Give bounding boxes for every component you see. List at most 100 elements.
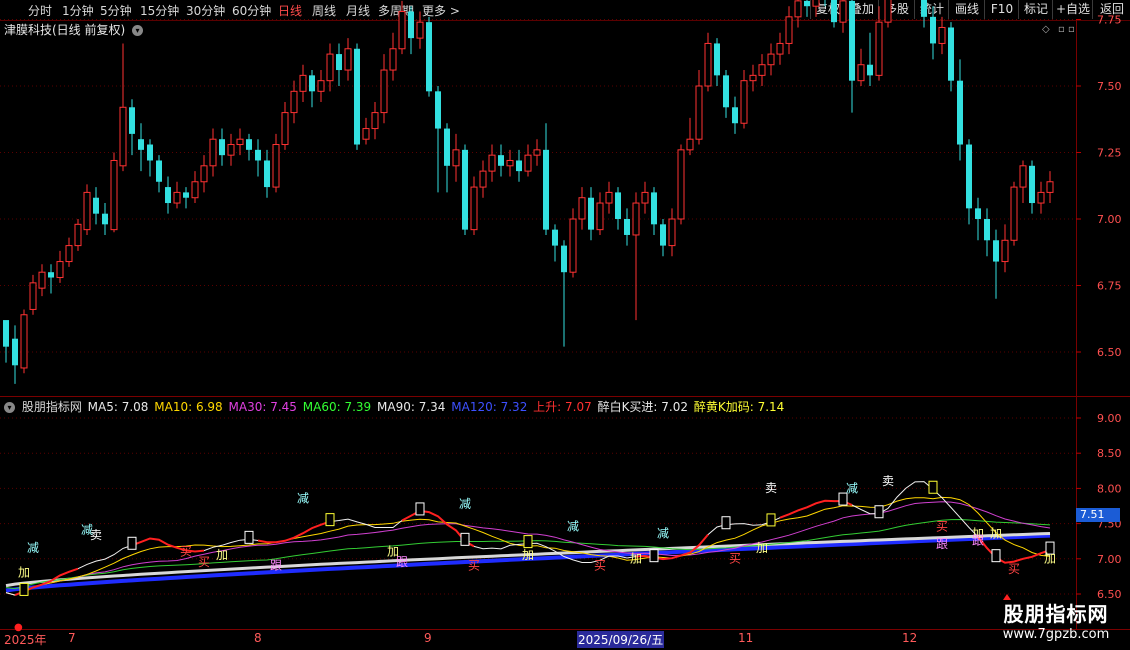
k-marker-box xyxy=(721,516,731,530)
k-marker-box xyxy=(649,549,659,563)
indicator-legend: ▾ 股朋指标网 MA5: 7.08 MA10: 6.98 MA30: 7.45 … xyxy=(4,398,786,415)
candle-body xyxy=(984,219,990,241)
candle-body xyxy=(651,192,657,225)
main-price-label: 7.75 xyxy=(1097,14,1122,27)
signal-label: 买 xyxy=(198,555,210,569)
main-price-label: 7.00 xyxy=(1097,213,1122,226)
date-cursor-label: 2025/09/26/五 xyxy=(577,631,665,648)
signal-label: 减 xyxy=(297,491,309,505)
date-tick-dec: 12 xyxy=(902,631,918,645)
signal-label: 加 xyxy=(630,551,642,565)
legend-rise: 上升: 7.07 xyxy=(533,400,592,414)
candle-body xyxy=(966,144,972,209)
signal-label: 加 xyxy=(522,548,534,562)
candle-body xyxy=(533,149,541,156)
candle-body xyxy=(12,338,18,366)
candle-body xyxy=(326,53,334,82)
candle-body xyxy=(588,197,594,230)
ind-price-label: 7.00 xyxy=(1097,553,1122,566)
candle-body xyxy=(371,112,379,130)
candle-body xyxy=(156,160,162,182)
candle-body xyxy=(398,11,406,50)
k-marker-box xyxy=(325,513,335,527)
candle-body xyxy=(93,197,99,214)
candle-body xyxy=(129,107,135,134)
candle-body xyxy=(506,159,514,167)
candle-body xyxy=(498,155,504,166)
main-price-label: 6.75 xyxy=(1097,280,1122,293)
candle-body xyxy=(479,170,487,188)
candle-body xyxy=(299,74,307,92)
signal-label: 买 xyxy=(180,544,192,558)
candle-body xyxy=(426,22,432,92)
signal-label: 加 xyxy=(756,541,768,555)
signal-label: 卖 xyxy=(90,528,102,542)
candle-body xyxy=(362,128,370,140)
signal-label: 减 xyxy=(459,497,471,511)
k-marker-box xyxy=(928,480,938,494)
candle-body xyxy=(344,48,352,71)
candle-body xyxy=(794,0,802,18)
k-marker-box xyxy=(991,549,1001,563)
candle-body xyxy=(552,229,558,246)
candle-body xyxy=(615,192,621,219)
k-marker-box xyxy=(244,530,254,544)
candle-body xyxy=(470,186,478,231)
candle-body xyxy=(462,149,468,230)
legend-ma90: MA90: 7.34 xyxy=(377,400,446,414)
candle-body xyxy=(543,149,549,230)
candle-body xyxy=(1029,165,1035,204)
current-price-tag: 7.51 xyxy=(1076,508,1120,522)
legend-brand: 股朋指标网 xyxy=(21,400,82,414)
signal-label: 加 xyxy=(1044,551,1056,565)
legend-ma60: MA60: 7.39 xyxy=(302,400,372,414)
legend-ma5: MA5: 7.08 xyxy=(87,400,149,414)
ind-price-label: 8.00 xyxy=(1097,482,1122,495)
candle-body xyxy=(578,197,586,220)
candle-body xyxy=(1010,186,1018,241)
candle-body xyxy=(165,187,171,204)
candle-body xyxy=(695,85,703,140)
signal-label: 减 xyxy=(27,541,39,555)
k-marker-box xyxy=(766,513,776,527)
candle-body xyxy=(272,144,280,188)
candle-body xyxy=(723,75,729,108)
candle-body xyxy=(938,26,946,44)
signal-label: 跟 xyxy=(396,555,408,569)
candle-body xyxy=(354,48,360,145)
watermark: 股朋指标网 www.7gpzb.com xyxy=(982,598,1130,650)
candle-body xyxy=(380,69,388,114)
chart-canvas[interactable]: 减减卖减减减减卖减卖加买加买跟加跟买加买加买加买加跟跟加买加● 8.508.25… xyxy=(0,0,1130,650)
candle-body xyxy=(660,224,666,246)
k-marker-box xyxy=(127,536,137,550)
candle-body xyxy=(884,0,892,23)
candle-body xyxy=(948,27,954,81)
candle-body xyxy=(20,314,28,369)
main-price-label: 7.25 xyxy=(1097,147,1122,160)
signal-label: 卖 xyxy=(882,474,894,488)
date-tick-aug: 8 xyxy=(254,631,262,645)
candle-body xyxy=(255,149,261,161)
candle-body xyxy=(677,149,685,220)
candle-body xyxy=(867,64,873,76)
signal-label: 买 xyxy=(936,520,948,534)
candle-body xyxy=(740,80,748,124)
signal-label: 买 xyxy=(594,558,606,572)
chevron-down-icon[interactable]: ▾ xyxy=(4,402,15,413)
ind-price-label: 9.00 xyxy=(1097,412,1122,425)
date-tick-nov: 11 xyxy=(738,631,754,645)
candle-body xyxy=(930,16,936,44)
candle-body xyxy=(3,320,9,347)
candle-body xyxy=(317,80,325,92)
candle-body xyxy=(290,90,298,114)
candle-body xyxy=(875,21,883,76)
candle-body xyxy=(975,208,981,219)
candle-body xyxy=(444,128,450,166)
signal-label: 减 xyxy=(846,482,858,496)
candle-body xyxy=(183,192,189,198)
candle-body xyxy=(732,107,738,124)
candle-body xyxy=(561,245,567,273)
candle-body xyxy=(857,64,865,82)
candle-body xyxy=(219,139,225,156)
candle-body xyxy=(758,64,766,76)
